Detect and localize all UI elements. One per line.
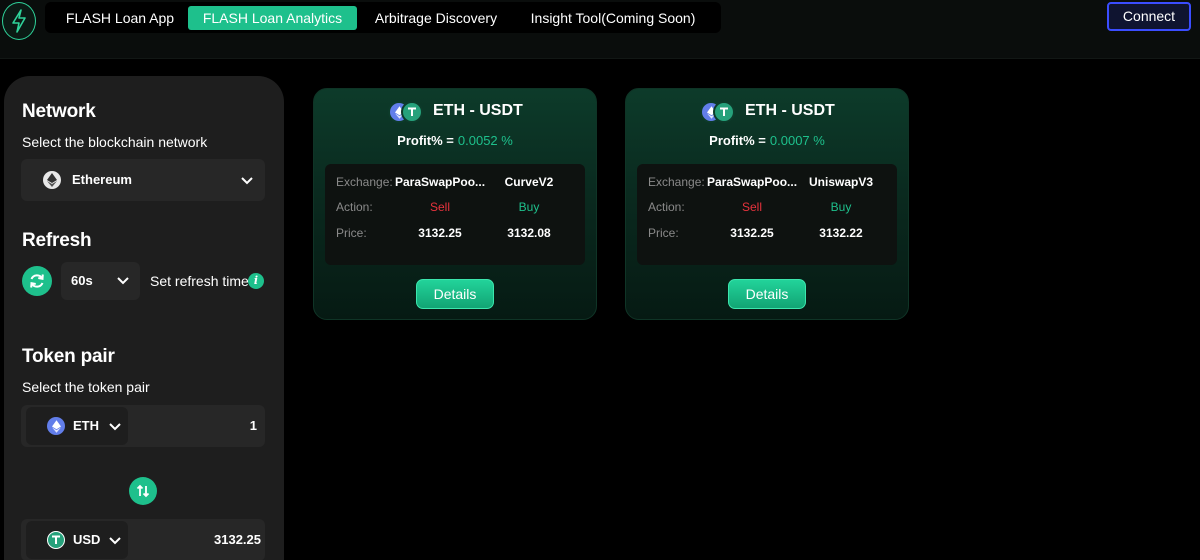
route-table: Exchange: Action: Price: ParaSwapPoo... …	[637, 164, 897, 265]
from-token-amount[interactable]: 1	[137, 418, 257, 433]
pair-icons	[700, 101, 736, 123]
route-table: Exchange: Action: Price: ParaSwapPoo... …	[325, 164, 585, 265]
action-label: Action:	[336, 200, 373, 214]
profit-value: 0.0052 %	[457, 133, 513, 148]
info-icon[interactable]: i	[248, 273, 264, 289]
refresh-label: Set refresh time	[150, 273, 249, 289]
to-token-amount[interactable]: 3132.25	[141, 532, 261, 547]
chevron-down-icon	[109, 537, 121, 545]
sidebar-panel: Network Select the blockchain network Et…	[4, 76, 284, 560]
tab-flash-loan-analytics[interactable]: FLASH Loan Analytics	[188, 6, 357, 30]
from-token-symbol: ETH	[73, 418, 99, 433]
tab-insight-tool[interactable]: Insight Tool(Coming Soon)	[523, 6, 703, 30]
refresh-icon[interactable]	[22, 266, 52, 296]
profit-value: 0.0007 %	[769, 133, 825, 148]
sell-price: 3132.25	[418, 226, 462, 240]
lightning-bolt-icon[interactable]	[2, 2, 36, 40]
token-pair-heading: Token pair	[22, 346, 115, 367]
details-button[interactable]: Details	[728, 279, 806, 309]
chevron-down-icon	[109, 423, 121, 431]
buy-action: Buy	[518, 200, 540, 214]
tether-icon	[47, 531, 65, 549]
pair-icons	[388, 101, 424, 123]
buy-exchange: UniswapV3	[808, 175, 874, 189]
network-subheading: Select the blockchain network	[22, 134, 208, 150]
chevron-down-icon	[241, 177, 253, 185]
arbitrage-card: ETH - USDT Profit% = 0.0052 % Exchange: A…	[313, 88, 597, 320]
top-bar: FLASH Loan App FLASH Loan Analytics Arbi…	[0, 0, 1200, 59]
tab-flash-loan-app[interactable]: FLASH Loan App	[55, 6, 185, 30]
buy-exchange: CurveV2	[504, 175, 554, 189]
buy-action: Buy	[830, 200, 852, 214]
to-token-row: USD 3132.25	[21, 519, 265, 560]
sell-action: Sell	[429, 200, 450, 214]
exchange-label: Exchange:	[336, 175, 393, 189]
pair-title: ETH - USDT	[745, 102, 835, 119]
refresh-interval-select[interactable]: 60s	[61, 262, 140, 300]
refresh-heading: Refresh	[22, 230, 92, 251]
details-button[interactable]: Details	[416, 279, 494, 309]
arbitrage-card: ETH - USDT Profit% = 0.0007 % Exchange: A…	[625, 88, 909, 320]
network-heading: Network	[22, 101, 96, 122]
tether-icon	[401, 101, 423, 123]
token-pair-subheading: Select the token pair	[22, 379, 150, 395]
ethereum-icon	[43, 171, 61, 189]
to-token-select[interactable]: USD	[26, 521, 128, 559]
profit-label: Profit% =	[397, 133, 454, 148]
action-label: Action:	[648, 200, 685, 214]
refresh-interval-value: 60s	[71, 273, 93, 288]
card-header: ETH - USDT	[626, 101, 908, 125]
to-token-symbol: USD	[73, 532, 101, 547]
from-token-select[interactable]: ETH	[26, 407, 128, 445]
main-nav: FLASH Loan App FLASH Loan Analytics Arbi…	[45, 2, 721, 33]
buy-price: 3132.22	[819, 226, 863, 240]
network-select[interactable]: Ethereum	[21, 159, 265, 201]
sell-action: Sell	[741, 200, 762, 214]
tab-arbitrage-discovery[interactable]: Arbitrage Discovery	[365, 6, 507, 30]
pair-title: ETH - USDT	[433, 102, 523, 119]
sell-exchange: ParaSwapPoo...	[707, 175, 798, 189]
profit-line: Profit% = 0.0007 %	[626, 133, 908, 148]
profit-line: Profit% = 0.0052 %	[314, 133, 596, 148]
profit-label: Profit% =	[709, 133, 766, 148]
card-header: ETH - USDT	[314, 101, 596, 125]
price-label: Price:	[336, 226, 367, 240]
exchange-label: Exchange:	[648, 175, 705, 189]
from-token-row: ETH 1	[21, 405, 265, 447]
buy-price: 3132.08	[507, 226, 551, 240]
sell-price: 3132.25	[730, 226, 774, 240]
tether-icon	[713, 101, 735, 123]
network-selected-label: Ethereum	[72, 172, 132, 187]
swap-arrows-icon[interactable]	[129, 477, 157, 505]
connect-button[interactable]: Connect	[1107, 2, 1191, 31]
price-label: Price:	[648, 226, 679, 240]
ethereum-icon	[47, 417, 65, 435]
sell-exchange: ParaSwapPoo...	[395, 175, 486, 189]
chevron-down-icon	[117, 277, 129, 285]
